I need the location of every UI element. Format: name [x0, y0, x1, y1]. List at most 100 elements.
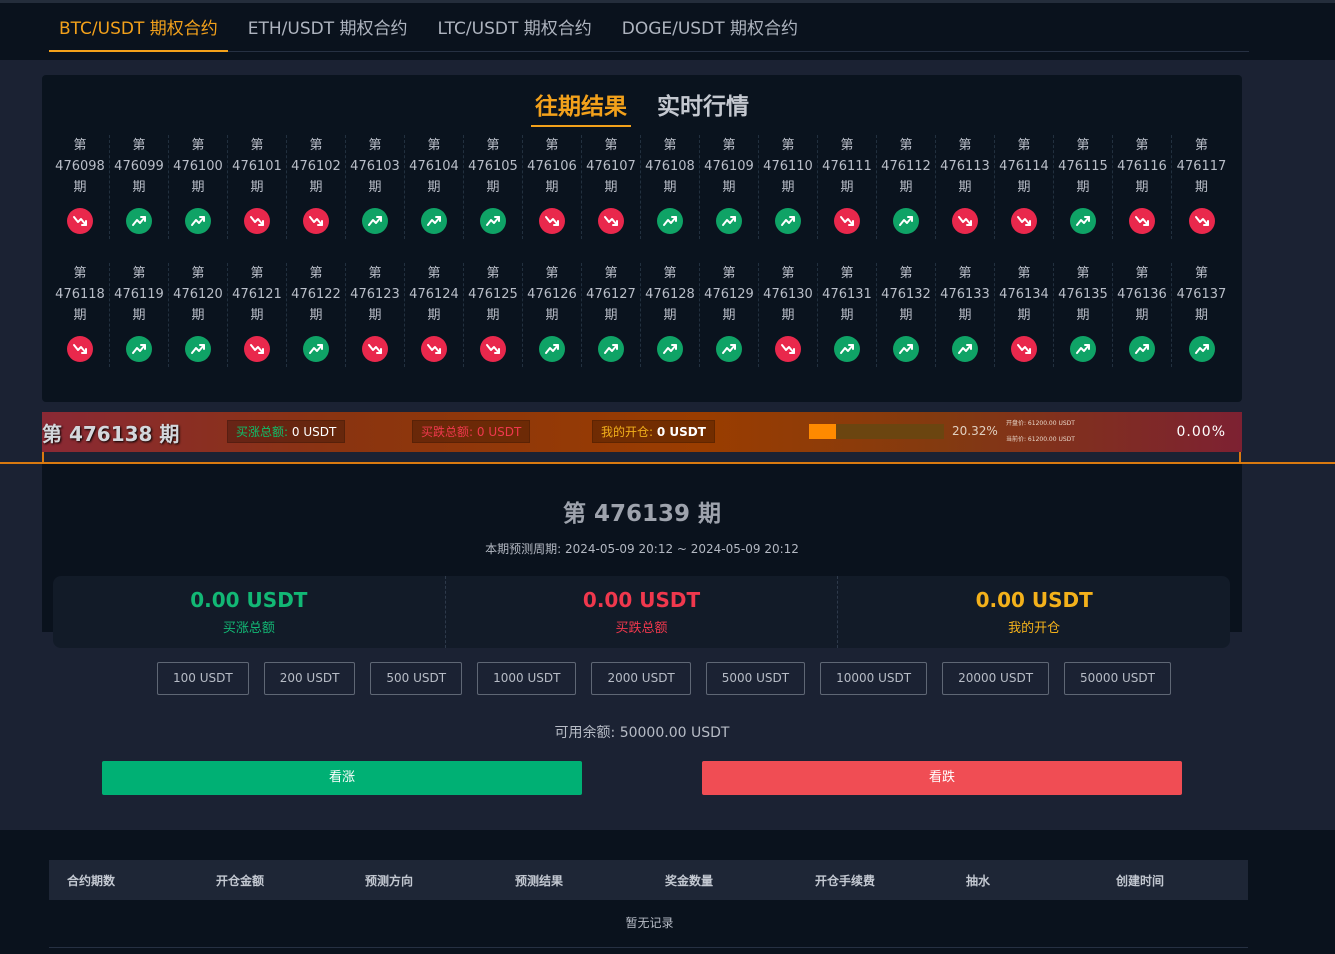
trend-down-icon [775, 336, 801, 362]
history-prefix: 第 [722, 266, 736, 281]
buy-down-button[interactable]: 看跌 [702, 761, 1182, 795]
history-prefix: 第 [309, 138, 323, 153]
amount-option[interactable]: 1000 USDT [477, 662, 577, 695]
prediction-period: 本期预测周期: 2024-05-09 20:12 ~ 2024-05-09 20… [485, 542, 799, 556]
history-prefix: 第 [73, 266, 87, 281]
history-suffix: 期 [604, 308, 618, 323]
tab-past-results[interactable]: 往期结果 [531, 85, 631, 127]
round-progress-fill [809, 424, 837, 439]
history-suffix: 期 [663, 308, 677, 323]
amount-options: 100 USDT 200 USDT 500 USDT 1000 USDT 200… [157, 662, 1186, 695]
history-item: 第 476104 期 [405, 135, 464, 239]
col-open-amount: 开仓金额 [216, 874, 265, 888]
history-suffix: 期 [545, 308, 559, 323]
tab-live-market[interactable]: 实时行情 [653, 85, 753, 127]
buy-up-button[interactable]: 看涨 [102, 761, 582, 795]
history-item: 第 476121 期 [228, 263, 287, 367]
history-suffix: 期 [191, 308, 205, 323]
history-prefix: 第 [73, 138, 87, 153]
history-suffix: 期 [1194, 180, 1208, 195]
amount-option[interactable]: 500 USDT [370, 662, 463, 695]
trend-up-icon [1129, 336, 1155, 362]
history-period-number: 476100 [173, 159, 223, 174]
trend-up-icon [362, 208, 388, 234]
trend-up-icon [126, 336, 152, 362]
history-period-number: 476111 [822, 159, 872, 174]
trend-up-icon [1070, 208, 1096, 234]
trend-up-icon [421, 208, 447, 234]
history-prefix: 第 [368, 138, 382, 153]
available-balance: 可用余额: 50000.00 USDT [554, 725, 730, 741]
history-period-number: 476106 [527, 159, 577, 174]
history-suffix: 期 [368, 308, 382, 323]
banner-my-open: 我的开仓: 0 USDT [592, 420, 715, 443]
amount-option[interactable]: 50000 USDT [1064, 662, 1171, 695]
history-prefix: 第 [1017, 138, 1031, 153]
trend-down-icon [67, 208, 93, 234]
history-item: 第 476110 期 [759, 135, 818, 239]
history-period-number: 476127 [586, 287, 636, 302]
history-period-number: 476103 [350, 159, 400, 174]
history-item: 第 476128 期 [641, 263, 700, 367]
history-item: 第 476098 期 [51, 135, 110, 239]
tab-ltc-usdt[interactable]: LTC/USDT 期权合约 [428, 3, 602, 52]
history-period-number: 476122 [291, 287, 341, 302]
amount-option[interactable]: 10000 USDT [820, 662, 928, 695]
trend-up-icon [126, 208, 152, 234]
history-prefix: 第 [722, 138, 736, 153]
price-change-rate: 0.00% [1176, 424, 1226, 440]
history-suffix: 期 [309, 308, 323, 323]
tab-btc-usdt[interactable]: BTC/USDT 期权合约 [49, 3, 228, 52]
tab-eth-usdt[interactable]: ETH/USDT 期权合约 [238, 3, 418, 52]
history-prefix: 第 [191, 266, 205, 281]
history-suffix: 期 [486, 180, 500, 195]
orders-section: 合约期数 开仓金额 预测方向 预测结果 奖金数量 开仓手续费 抽水 创建时间 暂… [0, 830, 1335, 954]
history-period-number: 476114 [999, 159, 1049, 174]
trend-up-icon [775, 208, 801, 234]
history-period-number: 476132 [881, 287, 931, 302]
history-item: 第 476108 期 [641, 135, 700, 239]
history-prefix: 第 [899, 138, 913, 153]
trend-down-icon [1011, 208, 1037, 234]
history-period-number: 476135 [1058, 287, 1108, 302]
col-bonus-amount: 奖金数量 [665, 874, 714, 888]
amount-option[interactable]: 200 USDT [263, 662, 356, 695]
orders-empty-text: 暂无记录 [625, 916, 674, 930]
history-prefix: 第 [250, 266, 264, 281]
trend-down-icon [1129, 208, 1155, 234]
history-period-number: 476129 [704, 287, 754, 302]
history-suffix: 期 [486, 308, 500, 323]
trend-down-icon [598, 208, 624, 234]
history-period-number: 476131 [822, 287, 872, 302]
history-period-number: 476123 [350, 287, 400, 302]
history-prefix: 第 [427, 266, 441, 281]
amount-option[interactable]: 100 USDT [157, 662, 249, 695]
history-item: 第 476112 期 [877, 135, 936, 239]
amount-option[interactable]: 2000 USDT [591, 662, 691, 695]
amount-option[interactable]: 5000 USDT [705, 662, 806, 695]
history-suffix: 期 [1017, 180, 1031, 195]
tab-doge-usdt[interactable]: DOGE/USDT 期权合约 [612, 3, 808, 52]
history-period-number: 476136 [1117, 287, 1167, 302]
history-period-number: 476130 [763, 287, 813, 302]
history-prefix: 第 [132, 138, 146, 153]
history-suffix: 期 [73, 180, 87, 195]
round-totals: 0.00 USDT 买涨总额 0.00 USDT 买跌总额 0.00 USDT … [53, 576, 1230, 648]
amount-option[interactable]: 20000 USDT [942, 662, 1050, 695]
history-prefix: 第 [781, 266, 795, 281]
top-bar: BTC/USDT 期权合约 ETH/USDT 期权合约 LTC/USDT 期权合… [0, 0, 1335, 60]
history-period-number: 476108 [645, 159, 695, 174]
history-prefix: 第 [1194, 138, 1208, 153]
history-suffix: 期 [1135, 180, 1149, 195]
history-item: 第 476099 期 [110, 135, 169, 239]
history-item: 第 476116 期 [1113, 135, 1172, 239]
history-prefix: 第 [545, 266, 559, 281]
trend-up-icon [657, 208, 683, 234]
history-period-number: 476121 [232, 287, 282, 302]
history-suffix: 期 [1135, 308, 1149, 323]
history-prefix: 第 [132, 266, 146, 281]
buy-down-value: 0 USDT [476, 425, 522, 439]
history-prefix: 第 [663, 138, 677, 153]
trend-up-icon [185, 208, 211, 234]
trend-down-icon [834, 208, 860, 234]
